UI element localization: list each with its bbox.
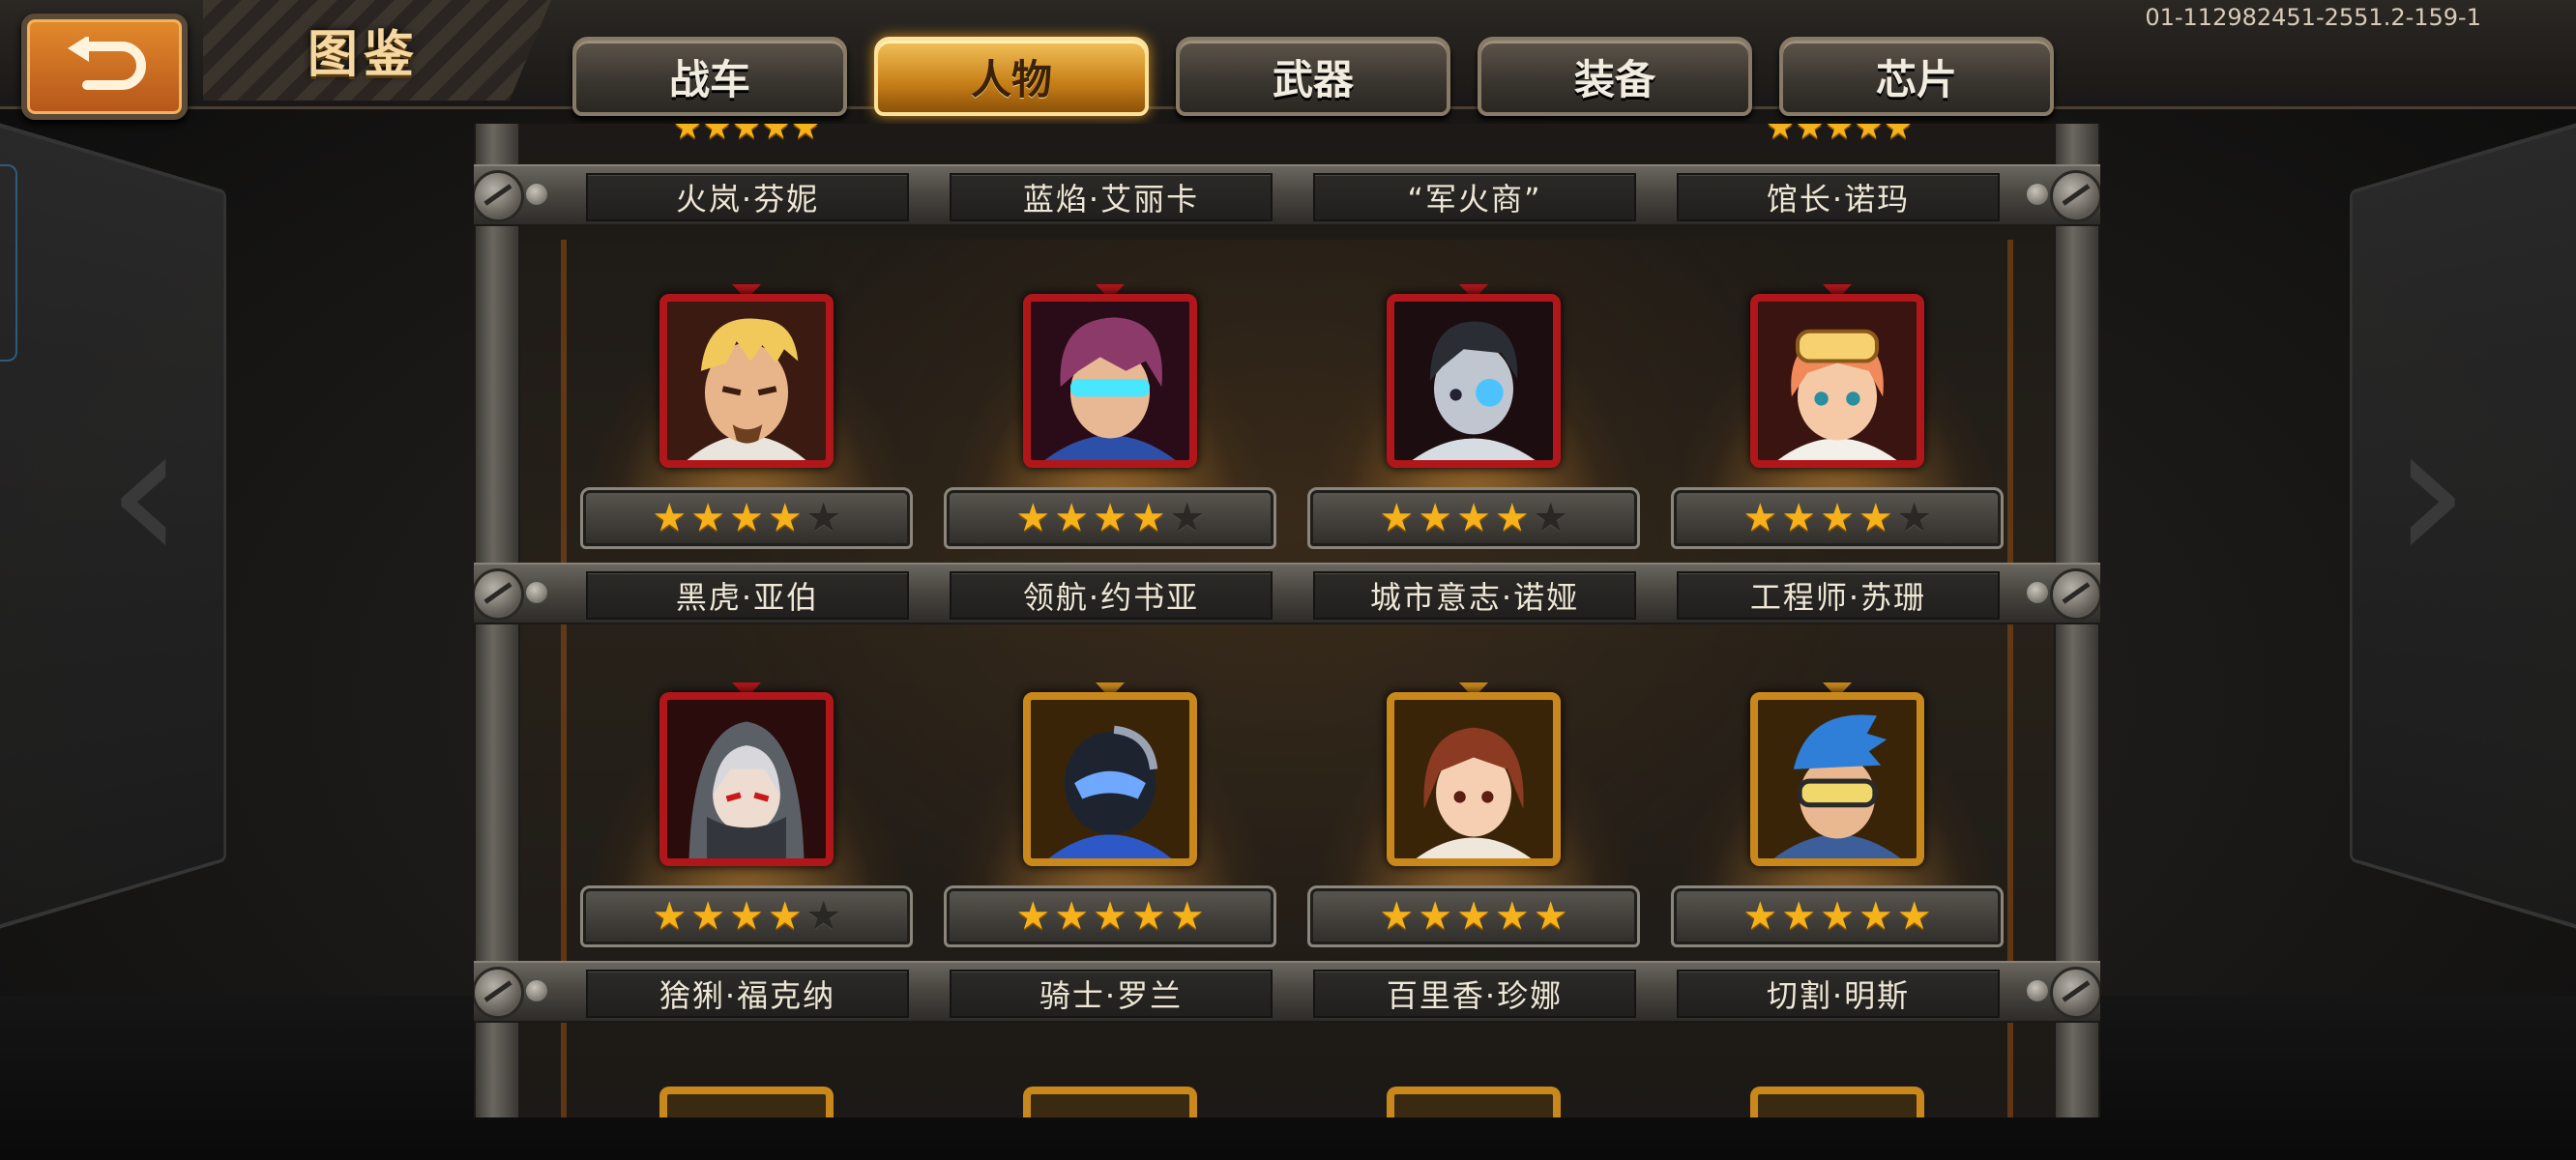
screw-icon — [2050, 967, 2100, 1019]
character-portrait-partial[interactable] — [1387, 1087, 1561, 1117]
return-arrow-icon — [68, 37, 146, 90]
character-name-plate[interactable]: 火岚·芬妮 — [586, 173, 909, 221]
screw-icon — [2050, 170, 2100, 222]
tab-chips[interactable]: 芯片 — [1779, 37, 2054, 116]
screw-icon — [474, 967, 524, 1019]
character-card[interactable]: ★ ★ ★ ★ ★ — [580, 284, 913, 555]
side-drawer-tab[interactable] — [0, 164, 17, 362]
star-rating: ★★★★★ — [580, 124, 913, 141]
tab-vehicles[interactable]: 战车 — [572, 37, 847, 116]
category-tabs: 战车 人物 武器 装备 芯片 — [572, 37, 2054, 116]
screw-icon — [474, 170, 524, 222]
star-rating: ★★★★★ — [580, 487, 913, 549]
character-name-plate[interactable]: 馆长·诺玛 — [1677, 173, 2000, 221]
portrait-blue-mohawk-icon[interactable] — [1750, 692, 1924, 866]
character-portrait-partial[interactable] — [1750, 1087, 1924, 1117]
star-rating: ★★★★★ — [1673, 124, 2005, 141]
rivet-icon — [2027, 184, 2048, 205]
character-name-plate[interactable]: 领航·约书亚 — [950, 571, 1273, 620]
character-card[interactable]: ★ ★ ★ ★ ★ — [580, 682, 913, 953]
rivet-icon — [526, 184, 547, 205]
portrait-blond-man-icon[interactable] — [659, 294, 834, 468]
rivet-icon — [2027, 582, 2048, 603]
character-portrait-partial[interactable] — [1023, 1087, 1197, 1117]
character-name-plate[interactable]: 骑士·罗兰 — [950, 970, 1273, 1018]
shelf-rail: 火岚·芬妮 蓝焰·艾丽卡 “军火商” 馆长·诺玛 — [474, 164, 2100, 226]
rivet-icon — [2027, 980, 2048, 1001]
chevron-left-icon: ‹ — [106, 380, 184, 605]
character-card[interactable]: ★ ★ ★ ★ ★ — [944, 284, 1276, 555]
portrait-armored-knight-icon[interactable] — [1023, 692, 1197, 866]
build-id-label: 01-112982451-2551.2-159-1 — [2145, 4, 2481, 31]
character-name-plate[interactable]: “军火商” — [1313, 173, 1636, 221]
screw-icon — [474, 568, 524, 621]
star-rating: ★★★★★ — [944, 885, 1276, 947]
character-card[interactable]: ★ ★ ★ ★ ★ — [1307, 682, 1640, 953]
star-rating: ★★★★★ — [580, 885, 913, 947]
character-name-plate[interactable]: 猞猁·福克纳 — [586, 970, 909, 1018]
rivet-icon — [526, 582, 547, 603]
portrait-visor-man-icon[interactable] — [1023, 294, 1197, 468]
character-card[interactable]: ★ ★ ★ ★ ★ — [1307, 284, 1640, 555]
character-name-plate[interactable]: 切割·明斯 — [1677, 970, 2000, 1018]
star-rating: ★★★★★ — [1671, 885, 2004, 947]
character-card[interactable]: ★ ★ ★ ★ ★ — [1671, 682, 2004, 953]
star-rating: ★★★★★ — [1671, 487, 2004, 549]
portrait-android-girl-icon[interactable] — [1387, 294, 1561, 468]
star-rating: ★★★★★ — [944, 487, 1276, 549]
character-name-plate[interactable]: 百里香·珍娜 — [1313, 970, 1636, 1018]
star-rating: ★★★★★ — [1307, 487, 1640, 549]
portrait-goggles-girl-icon[interactable] — [1750, 294, 1924, 468]
portrait-hooded-man-icon[interactable] — [659, 692, 834, 866]
character-name-plate[interactable]: 黑虎·亚伯 — [586, 571, 909, 620]
screw-icon — [2050, 568, 2100, 621]
shelf-rail: 黑虎·亚伯 领航·约书亚 城市意志·诺娅 工程师·苏珊 — [474, 563, 2100, 624]
character-card[interactable]: ★ ★ ★ ★ ★ — [1671, 284, 2004, 555]
tab-equipment[interactable]: 装备 — [1478, 37, 1752, 116]
page-title: 图鉴 — [307, 26, 421, 84]
star-rating: ★★★★★ — [1307, 885, 1640, 947]
character-card[interactable]: ★ ★ ★ ★ ★ — [944, 682, 1276, 953]
tab-weapons[interactable]: 武器 — [1176, 37, 1450, 116]
chevron-right-icon: › — [2392, 380, 2470, 605]
character-name-plate[interactable]: 城市意志·诺娅 — [1313, 571, 1636, 620]
back-button[interactable] — [21, 14, 188, 120]
character-shelf[interactable]: ★★★★★ ★★★★★ 火岚·芬妮 蓝焰·艾丽卡 “军火商” 馆长·诺玛 ★★★… — [474, 124, 2100, 1117]
character-portrait-partial[interactable] — [659, 1087, 834, 1117]
character-name-plate[interactable]: 蓝焰·艾丽卡 — [950, 173, 1273, 221]
character-name-plate[interactable]: 工程师·苏珊 — [1677, 571, 2000, 620]
rivet-icon — [526, 980, 547, 1001]
portrait-brown-hair-girl-icon[interactable] — [1387, 692, 1561, 866]
tab-characters[interactable]: 人物 — [874, 37, 1149, 116]
shelf-rail: 猞猁·福克纳 骑士·罗兰 百里香·珍娜 切割·明斯 — [474, 961, 2100, 1023]
